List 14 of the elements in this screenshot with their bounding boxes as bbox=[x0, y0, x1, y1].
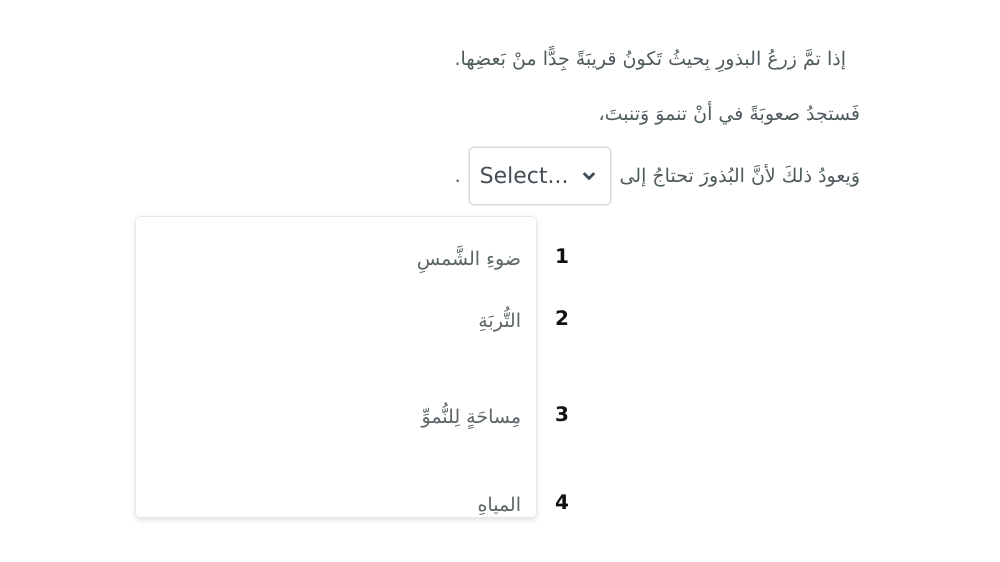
chevron-down-icon bbox=[582, 171, 596, 181]
option-number: 2 bbox=[555, 306, 569, 332]
sentence-text: إذا تمَّ زرعُ البذورِ بِحيثُ تَكونُ قريبَةً جِدًّا منْ بَعضِها. bbox=[454, 48, 846, 70]
option-number: 1 bbox=[555, 244, 569, 270]
period-text: . bbox=[454, 165, 461, 187]
dropdown-option[interactable]: المياهِ bbox=[477, 492, 521, 518]
dropdown-option[interactable]: ضوءِ الشَّمسِ bbox=[416, 246, 521, 272]
sentence-text: وَيعودُ ذلكَ لأنَّ البُذورَ تحتاجُ إلى bbox=[619, 165, 860, 187]
option-number: 4 bbox=[555, 490, 569, 516]
option-number: 3 bbox=[555, 402, 569, 428]
dropdown-option[interactable]: التُّربَةِ bbox=[478, 308, 521, 334]
dropdown-option[interactable]: مِساحَةٍ لِلنُّموِّ bbox=[422, 404, 521, 430]
select-dropdown[interactable]: Select... bbox=[468, 147, 612, 205]
sentence-text: فَستجدُ صعوبَةً في أنْ تنموَ وَتنبتَ، bbox=[598, 103, 860, 125]
